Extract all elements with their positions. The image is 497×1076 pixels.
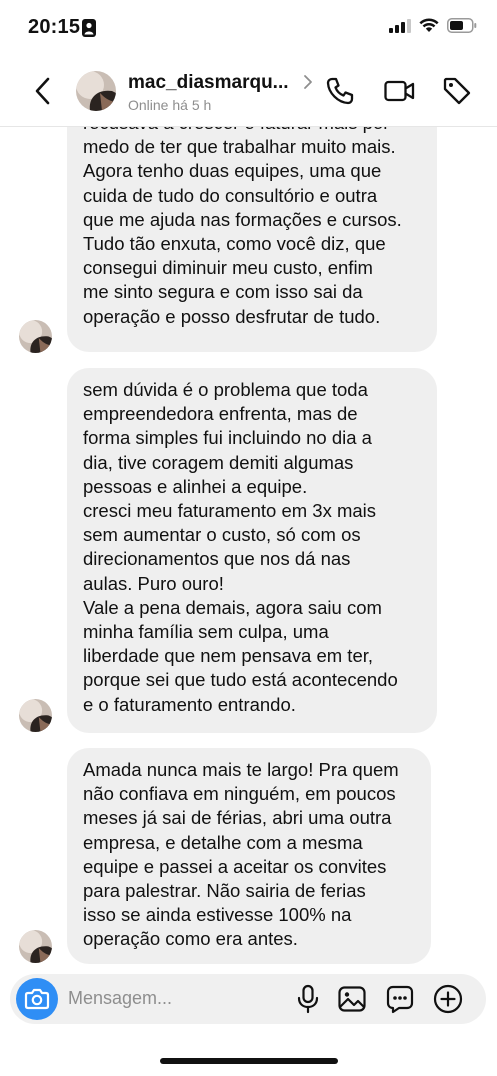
message-line: operação como era antes. (83, 928, 298, 950)
phone-icon[interactable] (323, 74, 357, 108)
message-line: aulas. Puro ouro! (83, 572, 224, 594)
contact-name[interactable]: mac_diasmarqu... (128, 72, 289, 94)
cellular-signal-icon (389, 18, 411, 33)
status-bar: 20:15 (0, 0, 497, 56)
video-camera-icon[interactable] (382, 74, 416, 108)
message-line: Tudo tão enxuta, como você diz, que (83, 233, 386, 255)
message-line: operação e posso desfrutar de tudo. (83, 305, 381, 327)
message-bubble[interactable]: Amada nunca mais te largo! Pra quem não c… (67, 748, 431, 964)
camera-button[interactable] (16, 978, 58, 1020)
presence-status: Online há 5 h (128, 97, 212, 113)
chat-bubble-icon[interactable] (384, 983, 416, 1015)
message-text: sem dúvida é o problema que toda empreend… (83, 378, 421, 717)
message-line: empreendedora enfrenta, mas de (83, 403, 358, 425)
message-line: medo de ter que trabalhar muito mais. (83, 136, 396, 158)
tag-icon[interactable] (440, 74, 474, 108)
message-bubble[interactable]: recusava a crescer e faturar mais pormed… (67, 127, 437, 352)
message-line: cresci meu faturamento em 3x mais (83, 500, 377, 522)
wifi-icon (419, 18, 439, 32)
status-time: 20:15 (28, 16, 81, 38)
message-line: equipe e passei a aceitar os convites (83, 855, 387, 877)
message-thread[interactable]: recusava a crescer e faturar mais pormed… (0, 127, 497, 967)
avatar[interactable] (76, 71, 116, 111)
message-line: liberdade que nem pensava em ter, (83, 645, 374, 667)
message-line: cuida de tudo do consultório e outra (83, 184, 378, 206)
sender-avatar[interactable] (19, 320, 52, 353)
message-line: isso se ainda estivesse 100% na (83, 904, 352, 926)
message-text: Amada nunca mais te largo! Pra quem não c… (83, 758, 415, 952)
chevron-left-icon[interactable] (28, 74, 58, 108)
chevron-right-icon[interactable] (302, 74, 314, 90)
message-line: forma simples fui incluindo no dia a (83, 427, 372, 449)
plus-circle-icon[interactable] (432, 983, 464, 1015)
message-input[interactable]: Mensagem... (68, 988, 172, 1009)
message-line: direcionamentos que nos dá nas (83, 548, 351, 570)
message-line: para palestrar. Não sairia de ferias (83, 880, 366, 902)
message-line: sem aumentar o custo, só com os (83, 524, 361, 546)
message-line: meses já sai de férias, abri uma outra (83, 807, 392, 829)
message-line: sem dúvida é o problema que toda (83, 379, 368, 400)
message-line: não confiava em ninguém, em poucos (83, 783, 396, 805)
chat-header: mac_diasmarqu... Online há 5 h (0, 56, 497, 127)
home-indicator (160, 1058, 338, 1064)
message-line: porque sei que tudo está acontecendo (83, 669, 398, 691)
sender-avatar[interactable] (19, 930, 52, 963)
sender-avatar[interactable] (19, 699, 52, 732)
focus-person-icon (82, 19, 96, 37)
message-line: consegui diminuir meu custo, enfim (83, 257, 373, 279)
message-line: minha família sem culpa, uma (83, 621, 329, 643)
message-line: dia, tive coragem demiti algumas (83, 451, 354, 473)
message-bubble[interactable]: sem dúvida é o problema que toda empreend… (67, 368, 437, 733)
message-line: que me ajuda nas formações e cursos. (83, 208, 402, 230)
message-line: recusava a crescer e faturar mais por (83, 127, 421, 135)
message-composer[interactable]: Mensagem... (10, 974, 486, 1024)
message-text: recusava a crescer e faturar mais pormed… (83, 127, 421, 329)
message-line: me sinto segura e com isso sai da (83, 281, 363, 303)
image-icon[interactable] (336, 983, 368, 1015)
battery-icon (447, 18, 477, 33)
message-line: pessoas e alinhei a equipe. (83, 475, 308, 497)
status-indicators (389, 18, 477, 33)
camera-icon (24, 988, 50, 1010)
message-line: Amada nunca mais te largo! Pra quem (83, 759, 399, 780)
message-line: Agora tenho duas equipes, uma que (83, 160, 382, 182)
message-line: Vale a pena demais, agora saiu com (83, 596, 382, 618)
message-line: e o faturamento entrando. (83, 693, 296, 715)
microphone-icon[interactable] (292, 983, 324, 1015)
message-line: empresa, e detalhe com a mesma (83, 831, 363, 853)
